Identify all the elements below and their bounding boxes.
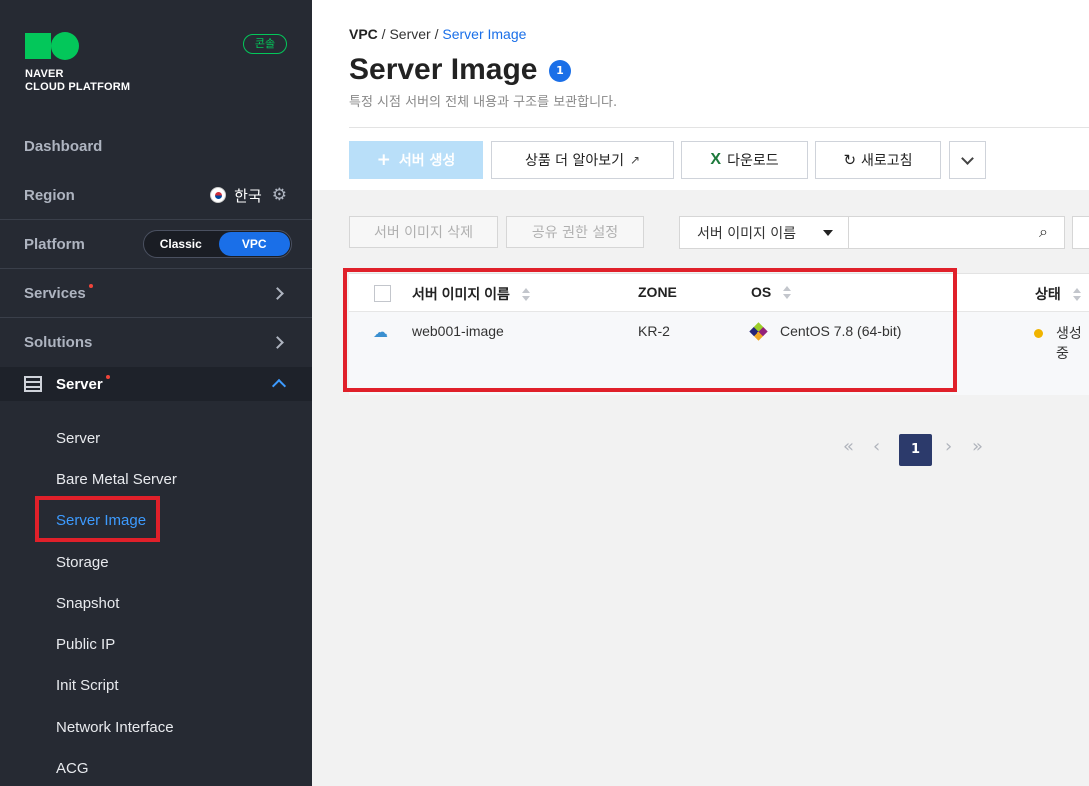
server-icon: [24, 376, 42, 392]
gear-icon[interactable]: ⚙: [272, 185, 287, 205]
console-badge[interactable]: 콘솔: [243, 34, 287, 54]
sidebar-item-init-script[interactable]: Init Script: [56, 677, 119, 694]
breadcrumb-parent[interactable]: Server: [389, 26, 430, 42]
external-link-icon: ↗: [630, 153, 641, 167]
sidebar-item-acg[interactable]: ACG: [56, 760, 89, 777]
nav-solutions[interactable]: Solutions: [0, 318, 312, 367]
refresh-icon: ↻: [843, 151, 857, 169]
refresh-button[interactable]: ↻ 새로고침: [815, 141, 941, 179]
nav-server-label: Server: [56, 375, 103, 393]
nav-region: Region 한국 ⚙: [0, 171, 312, 220]
chevron-down-icon: [961, 151, 974, 165]
new-indicator-dot: [88, 284, 93, 288]
platform-vpc-option[interactable]: VPC: [218, 232, 290, 256]
korea-flag-icon: [210, 187, 227, 203]
sidebar-item-storage[interactable]: Storage: [56, 554, 109, 571]
chevron-up-icon: [271, 378, 287, 394]
search-field-select-value: 서버 이미지 이름: [697, 225, 797, 242]
breadcrumb-current: Server Image: [442, 26, 527, 42]
sidebar-item-snapshot[interactable]: Snapshot: [56, 595, 119, 612]
naver-cloud-logo[interactable]: NAVER CLOUD PLATFORM: [25, 32, 130, 94]
logo-line2: CLOUD PLATFORM: [25, 81, 131, 93]
download-button[interactable]: X 다운로드: [681, 141, 808, 179]
learn-more-button[interactable]: 상품 더 알아보기 ↗: [491, 141, 674, 179]
breadcrumb: VPC / Server / Server Image: [349, 26, 527, 42]
cell-status: 생성중: [1056, 325, 1082, 361]
sidebar-item-bare-metal-server[interactable]: Bare Metal Server: [56, 471, 177, 488]
status-dot-icon: [1034, 329, 1043, 338]
download-label: 다운로드: [727, 153, 779, 169]
region-selector[interactable]: 한국 ⚙: [210, 185, 287, 206]
platform-toggle[interactable]: Classic VPC: [143, 230, 292, 258]
page-title: Server Image: [349, 53, 538, 86]
create-server-label: 서버 생성: [398, 153, 456, 169]
highlight-box-server-image: [35, 496, 160, 542]
first-page-icon[interactable]: «: [843, 436, 854, 457]
last-page-icon[interactable]: »: [972, 436, 983, 457]
column-header-status-label: 상태: [1035, 286, 1061, 302]
sidebar: NAVER CLOUD PLATFORM 콘솔 Dashboard Region…: [0, 0, 312, 786]
nav-dashboard[interactable]: Dashboard: [0, 122, 312, 171]
count-badge: 1: [549, 60, 571, 82]
nav-solutions-label: Solutions: [24, 334, 93, 351]
logo-line1: NAVER: [25, 68, 64, 80]
nav-services[interactable]: Services: [0, 269, 312, 318]
nav-region-label: Region: [24, 186, 75, 204]
sidebar-item-server[interactable]: Server: [56, 430, 100, 447]
chevron-right-icon: [271, 336, 284, 349]
filter-button[interactable]: [1072, 216, 1089, 249]
caret-down-icon: [823, 230, 833, 236]
sort-icon: [1072, 288, 1081, 302]
divider: [349, 127, 1089, 128]
sidebar-item-network-interface[interactable]: Network Interface: [56, 719, 174, 736]
refresh-label: 새로고침: [861, 153, 913, 169]
excel-icon: X: [710, 151, 722, 168]
search-icon[interactable]: ⌕: [1039, 222, 1048, 242]
search-input[interactable]: [848, 216, 1065, 249]
nav-server[interactable]: Server: [0, 367, 312, 401]
sidebar-item-public-ip[interactable]: Public IP: [56, 636, 115, 653]
region-value: 한국: [234, 187, 262, 205]
platform-classic-option[interactable]: Classic: [145, 232, 217, 256]
page-number-current[interactable]: 1: [899, 434, 932, 466]
nav-platform-label: Platform: [24, 235, 85, 253]
plus-icon: +: [376, 150, 391, 170]
breadcrumb-root[interactable]: VPC: [349, 26, 378, 42]
delete-server-image-button[interactable]: 서버 이미지 삭제: [349, 216, 498, 248]
share-permission-button[interactable]: 공유 권한 설정: [506, 216, 644, 248]
nav-services-label: Services: [24, 284, 86, 302]
next-page-icon[interactable]: ›: [945, 436, 952, 457]
learn-more-label: 상품 더 알아보기: [524, 153, 624, 169]
nav-platform: Platform Classic VPC: [0, 220, 312, 269]
create-server-button[interactable]: + 서버 생성: [349, 141, 483, 179]
highlight-box-table: [343, 268, 957, 392]
logo-mark-icon: [25, 32, 130, 60]
search-field-select[interactable]: 서버 이미지 이름: [679, 216, 849, 249]
prev-page-icon[interactable]: ‹: [873, 436, 880, 457]
chevron-right-icon: [271, 286, 284, 300]
more-actions-dropdown[interactable]: [949, 141, 986, 179]
page-subtitle: 특정 시점 서버의 전체 내용과 구조를 보관합니다.: [349, 95, 618, 110]
new-indicator-dot: [105, 375, 110, 379]
column-header-status[interactable]: 상태: [1035, 284, 1081, 304]
nav-dashboard-label: Dashboard: [24, 138, 103, 155]
